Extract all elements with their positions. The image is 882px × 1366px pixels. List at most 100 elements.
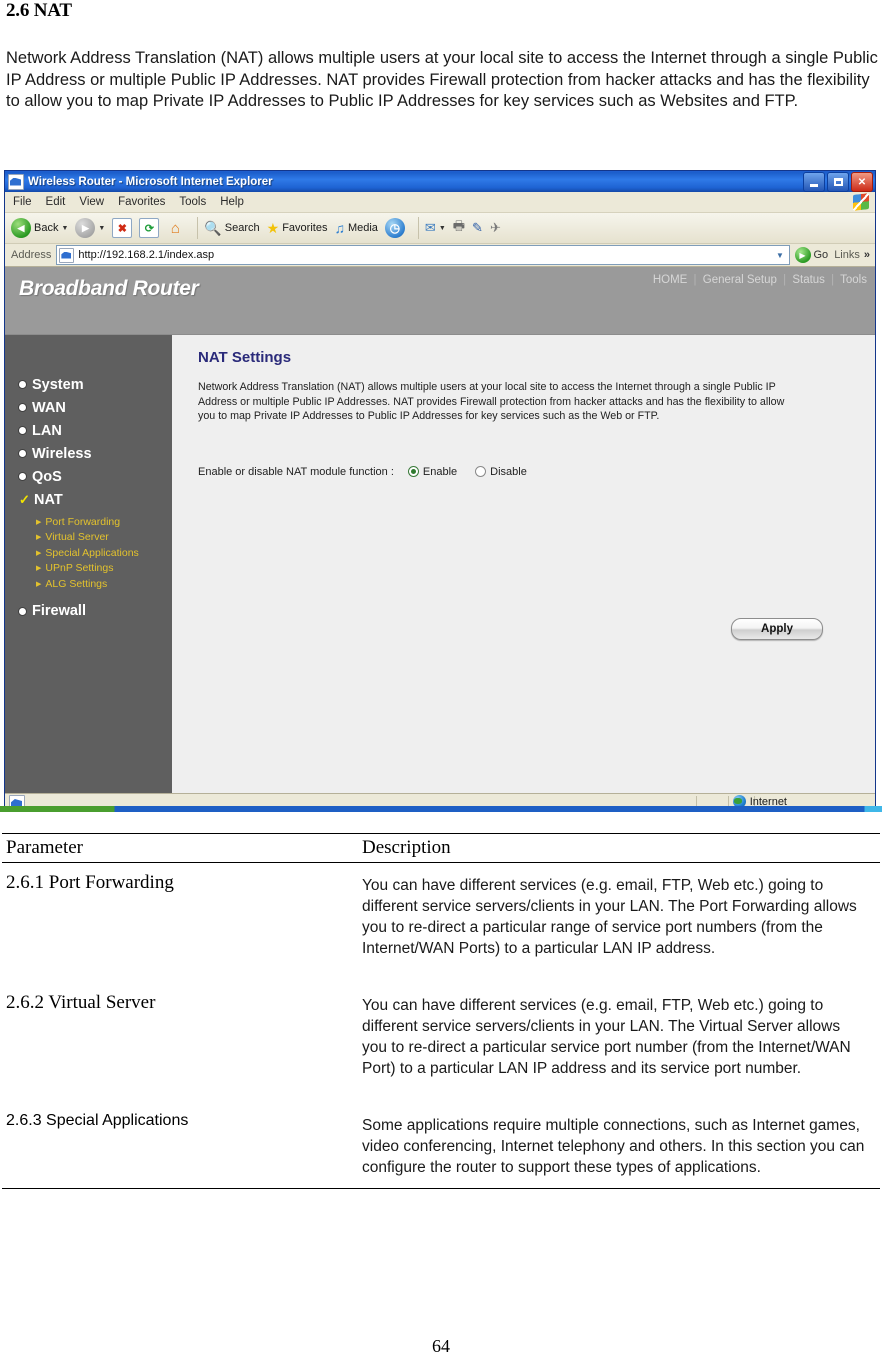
window-controls: ✕: [803, 172, 873, 192]
table-cell-description: You can have different services (e.g. em…: [362, 983, 880, 1079]
apply-button[interactable]: Apply: [731, 618, 823, 640]
nav-tools[interactable]: Tools: [840, 274, 867, 286]
sidebar-label-wireless: Wireless: [32, 445, 92, 462]
radio-enable-indicator[interactable]: [407, 466, 419, 477]
sidebar-item-lan[interactable]: LAN: [5, 419, 172, 442]
sidebar-label-qos: QoS: [32, 468, 62, 485]
nav-status[interactable]: Status: [792, 274, 825, 286]
toolbar-divider-2: [417, 217, 419, 239]
menu-view[interactable]: View: [79, 196, 104, 208]
forward-arrow-icon: [75, 218, 96, 238]
bullet-icon: [19, 473, 26, 480]
sidebar-sublabel-upnp-settings: UPnP Settings: [45, 562, 114, 575]
favorites-button[interactable]: ★ Favorites: [267, 220, 328, 237]
router-sidebar: System WAN LAN Wireless QoS ✓ NAT ▶ Port…: [5, 335, 172, 793]
table-header-parameter: Parameter: [2, 837, 362, 859]
printer-icon: 🖶: [452, 218, 466, 233]
sidebar-subitem-special-applications[interactable]: ▶ Special Applications: [5, 545, 172, 561]
back-button[interactable]: Back ▼: [11, 218, 68, 238]
refresh-button[interactable]: ⟳: [139, 218, 160, 238]
checkmark-icon: ✓: [19, 491, 30, 507]
mail-icon: ✉: [424, 220, 436, 235]
radio-disable[interactable]: Disable: [475, 466, 527, 478]
sidebar-label-wan: WAN: [32, 399, 66, 416]
edit-button[interactable]: ✎: [472, 220, 483, 236]
address-input[interactable]: http://192.168.2.1/index.asp ▼: [56, 245, 790, 265]
triangle-right-icon: ▶: [36, 580, 42, 588]
table-bottom-rule: [2, 1188, 880, 1189]
menu-file[interactable]: File: [13, 196, 32, 208]
menu-edit[interactable]: Edit: [46, 196, 66, 208]
toolbar-overflow-icon[interactable]: »: [864, 249, 870, 261]
sidebar-sublabel-virtual-server: Virtual Server: [45, 531, 109, 544]
radio-enable-label: Enable: [422, 465, 458, 478]
sidebar-subitem-virtual-server[interactable]: ▶ Virtual Server: [5, 530, 172, 546]
print-button[interactable]: 🖶: [453, 217, 465, 239]
history-icon: ◷: [384, 218, 405, 238]
menu-favorites[interactable]: Favorites: [118, 196, 165, 208]
bullet-icon: [19, 404, 26, 411]
chevron-down-icon[interactable]: ▼: [61, 225, 68, 232]
param-desc-virtual-server: You can have different services (e.g. em…: [362, 997, 851, 1077]
browser-menubar: File Edit View Favorites Tools Help: [5, 192, 875, 213]
menu-tools[interactable]: Tools: [179, 196, 206, 208]
minimize-button[interactable]: [803, 172, 825, 192]
table-header-row: Parameter Description: [2, 834, 880, 863]
search-icon: 🔍: [204, 219, 222, 236]
home-button[interactable]: ⌂: [166, 219, 184, 237]
chevron-down-icon-mail[interactable]: ▼: [439, 225, 446, 232]
home-icon: ⌂: [170, 219, 180, 237]
sidebar-item-wan[interactable]: WAN: [5, 396, 172, 419]
favorites-label: Favorites: [282, 222, 328, 234]
page-icon: [59, 247, 75, 263]
sidebar-item-qos[interactable]: QoS: [5, 465, 172, 488]
sidebar-item-wireless[interactable]: Wireless: [5, 442, 172, 465]
sidebar-sublabel-special-applications: Special Applications: [45, 546, 139, 559]
chevron-down-icon-forward[interactable]: ▼: [98, 225, 105, 232]
discuss-button[interactable]: ✈: [490, 220, 501, 236]
table-cell-parameter: 2.6.1 Port Forwarding: [2, 863, 362, 959]
back-arrow-icon: [11, 218, 31, 238]
forward-button[interactable]: ▼: [75, 218, 105, 238]
refresh-icon: ⟳: [139, 218, 160, 238]
search-button[interactable]: 🔍 Search: [204, 220, 259, 237]
search-label: Search: [224, 222, 260, 234]
triangle-right-icon: ▶: [36, 534, 42, 542]
address-label: Address: [11, 249, 52, 261]
nav-home[interactable]: HOME: [653, 274, 688, 286]
media-button[interactable]: ♫ Media: [334, 220, 377, 236]
sidebar-label-firewall: Firewall: [32, 603, 86, 619]
sidebar-item-firewall[interactable]: Firewall: [5, 600, 172, 623]
table-row: 2.6.2 Virtual Server You can have differ…: [2, 983, 880, 1079]
radio-disable-indicator[interactable]: [475, 466, 487, 477]
menu-help[interactable]: Help: [220, 196, 244, 208]
address-dropdown-icon[interactable]: ▼: [773, 247, 788, 263]
go-button[interactable]: ▶ Go: [794, 247, 828, 263]
sidebar-item-system[interactable]: System: [5, 373, 172, 396]
param-name-virtual-server: 2.6.2 Virtual Server: [6, 992, 156, 1013]
sidebar-subitem-alg-settings[interactable]: ▶ ALG Settings: [5, 576, 172, 592]
mail-button[interactable]: ✉ ▼: [425, 220, 446, 236]
sidebar-label-nat: NAT: [34, 491, 63, 508]
discuss-icon: ✈: [489, 220, 501, 235]
table-header-description: Description: [362, 837, 880, 859]
table-cell-parameter: 2.6.3 Special Applications: [2, 1103, 362, 1178]
history-button[interactable]: ◷: [384, 218, 405, 238]
sidebar-subitem-upnp-settings[interactable]: ▶ UPnP Settings: [5, 561, 172, 577]
router-main-panel: NAT Settings Network Address Translation…: [172, 335, 875, 793]
header-parameter-text: Parameter: [6, 837, 84, 858]
sidebar-sublabel-alg-settings: ALG Settings: [45, 577, 108, 590]
maximize-button[interactable]: [827, 172, 849, 192]
browser-titlebar: Wireless Router - Microsoft Internet Exp…: [5, 171, 875, 192]
nav-general-setup[interactable]: General Setup: [703, 274, 777, 286]
radio-enable[interactable]: Enable: [407, 465, 458, 478]
triangle-right-icon: ▶: [36, 549, 42, 557]
close-button[interactable]: ✕: [851, 172, 873, 192]
sidebar-subitem-port-forwarding[interactable]: ▶ Port Forwarding: [5, 514, 172, 530]
param-desc-special-applications: Some applications require multiple conne…: [362, 1117, 865, 1176]
stop-icon: ✖: [112, 218, 133, 238]
stop-button[interactable]: ✖: [112, 218, 133, 238]
links-label[interactable]: Links: [834, 249, 860, 261]
sidebar-item-nat[interactable]: ✓ NAT: [5, 488, 172, 511]
